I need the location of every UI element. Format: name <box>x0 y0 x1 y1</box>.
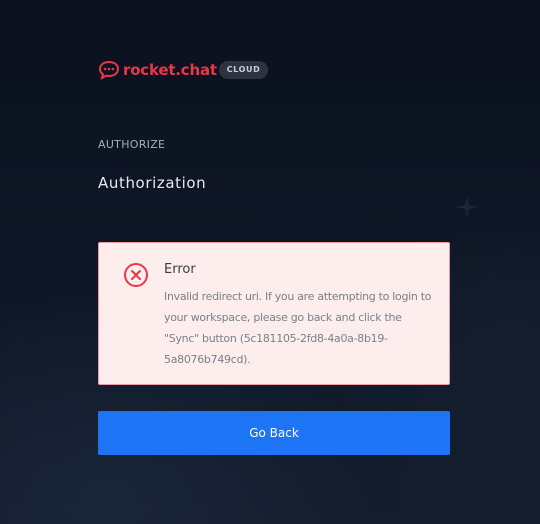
logo-wordmark: rocket.chat <box>123 61 217 79</box>
chat-bubble-logo-icon <box>98 60 120 80</box>
error-title: Error <box>164 262 196 277</box>
cloud-badge: CLOUD <box>219 61 268 79</box>
error-alert: Error Invalid redirect uri. If you are a… <box>98 242 450 385</box>
go-back-button[interactable]: Go Back <box>98 411 450 455</box>
x-circle-icon <box>124 263 148 287</box>
section-label: AUTHORIZE <box>98 138 166 151</box>
rocket-chat-logo: rocket.chat <box>98 58 217 82</box>
error-message: Invalid redirect uri. If you are attempt… <box>164 290 432 366</box>
page-title: Authorization <box>98 174 207 192</box>
decorative-star-icon <box>456 196 478 218</box>
